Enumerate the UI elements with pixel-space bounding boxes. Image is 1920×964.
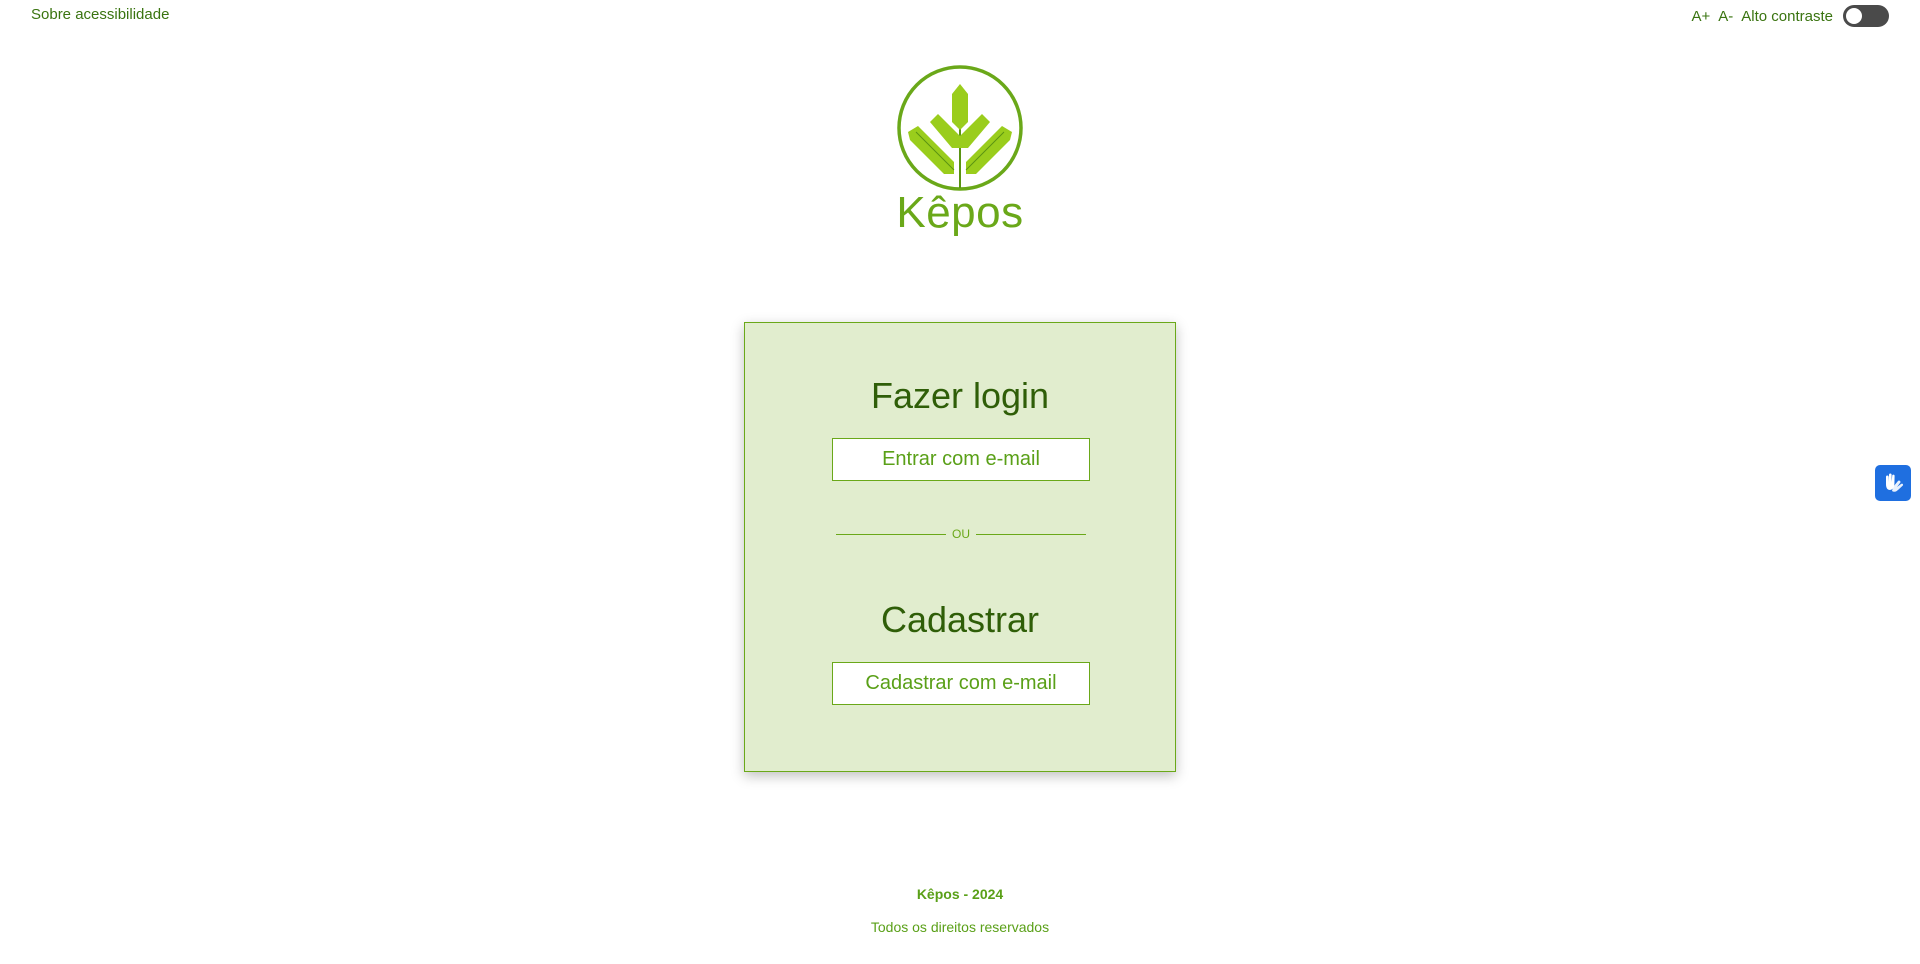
or-divider: OU xyxy=(836,527,1086,541)
leaf-logo-icon xyxy=(897,65,1023,191)
signup-with-email-button[interactable]: Cadastrar com e-mail xyxy=(832,662,1090,705)
high-contrast-label: Alto contraste xyxy=(1741,7,1833,25)
brand-logo: Kêpos xyxy=(896,64,1024,237)
about-accessibility-link[interactable]: Sobre acessibilidade xyxy=(31,6,169,23)
login-with-email-button[interactable]: Entrar com e-mail xyxy=(832,438,1090,481)
login-title: Fazer login xyxy=(870,375,1050,416)
font-decrease-button[interactable]: A- xyxy=(1718,8,1733,25)
divider-line-left xyxy=(836,533,946,535)
brand-name: Kêpos xyxy=(896,188,1024,237)
signup-title: Cadastrar xyxy=(880,599,1040,640)
toggle-knob xyxy=(1846,8,1862,24)
footer-rights: Todos os direitos reservados xyxy=(870,919,1050,935)
font-increase-button[interactable]: A+ xyxy=(1692,8,1711,25)
footer-title: Kêpos - 2024 xyxy=(916,886,1004,902)
divider-line-right xyxy=(976,533,1086,535)
accessibility-toolbar: A+ A- Alto contraste xyxy=(1692,5,1889,27)
sign-language-button[interactable] xyxy=(1875,465,1911,501)
auth-card: Fazer login Entrar com e-mail OU Cadastr… xyxy=(744,322,1176,772)
divider-text: OU xyxy=(952,527,970,541)
hands-sign-language-icon xyxy=(1886,473,1904,492)
high-contrast-toggle[interactable] xyxy=(1843,5,1889,27)
